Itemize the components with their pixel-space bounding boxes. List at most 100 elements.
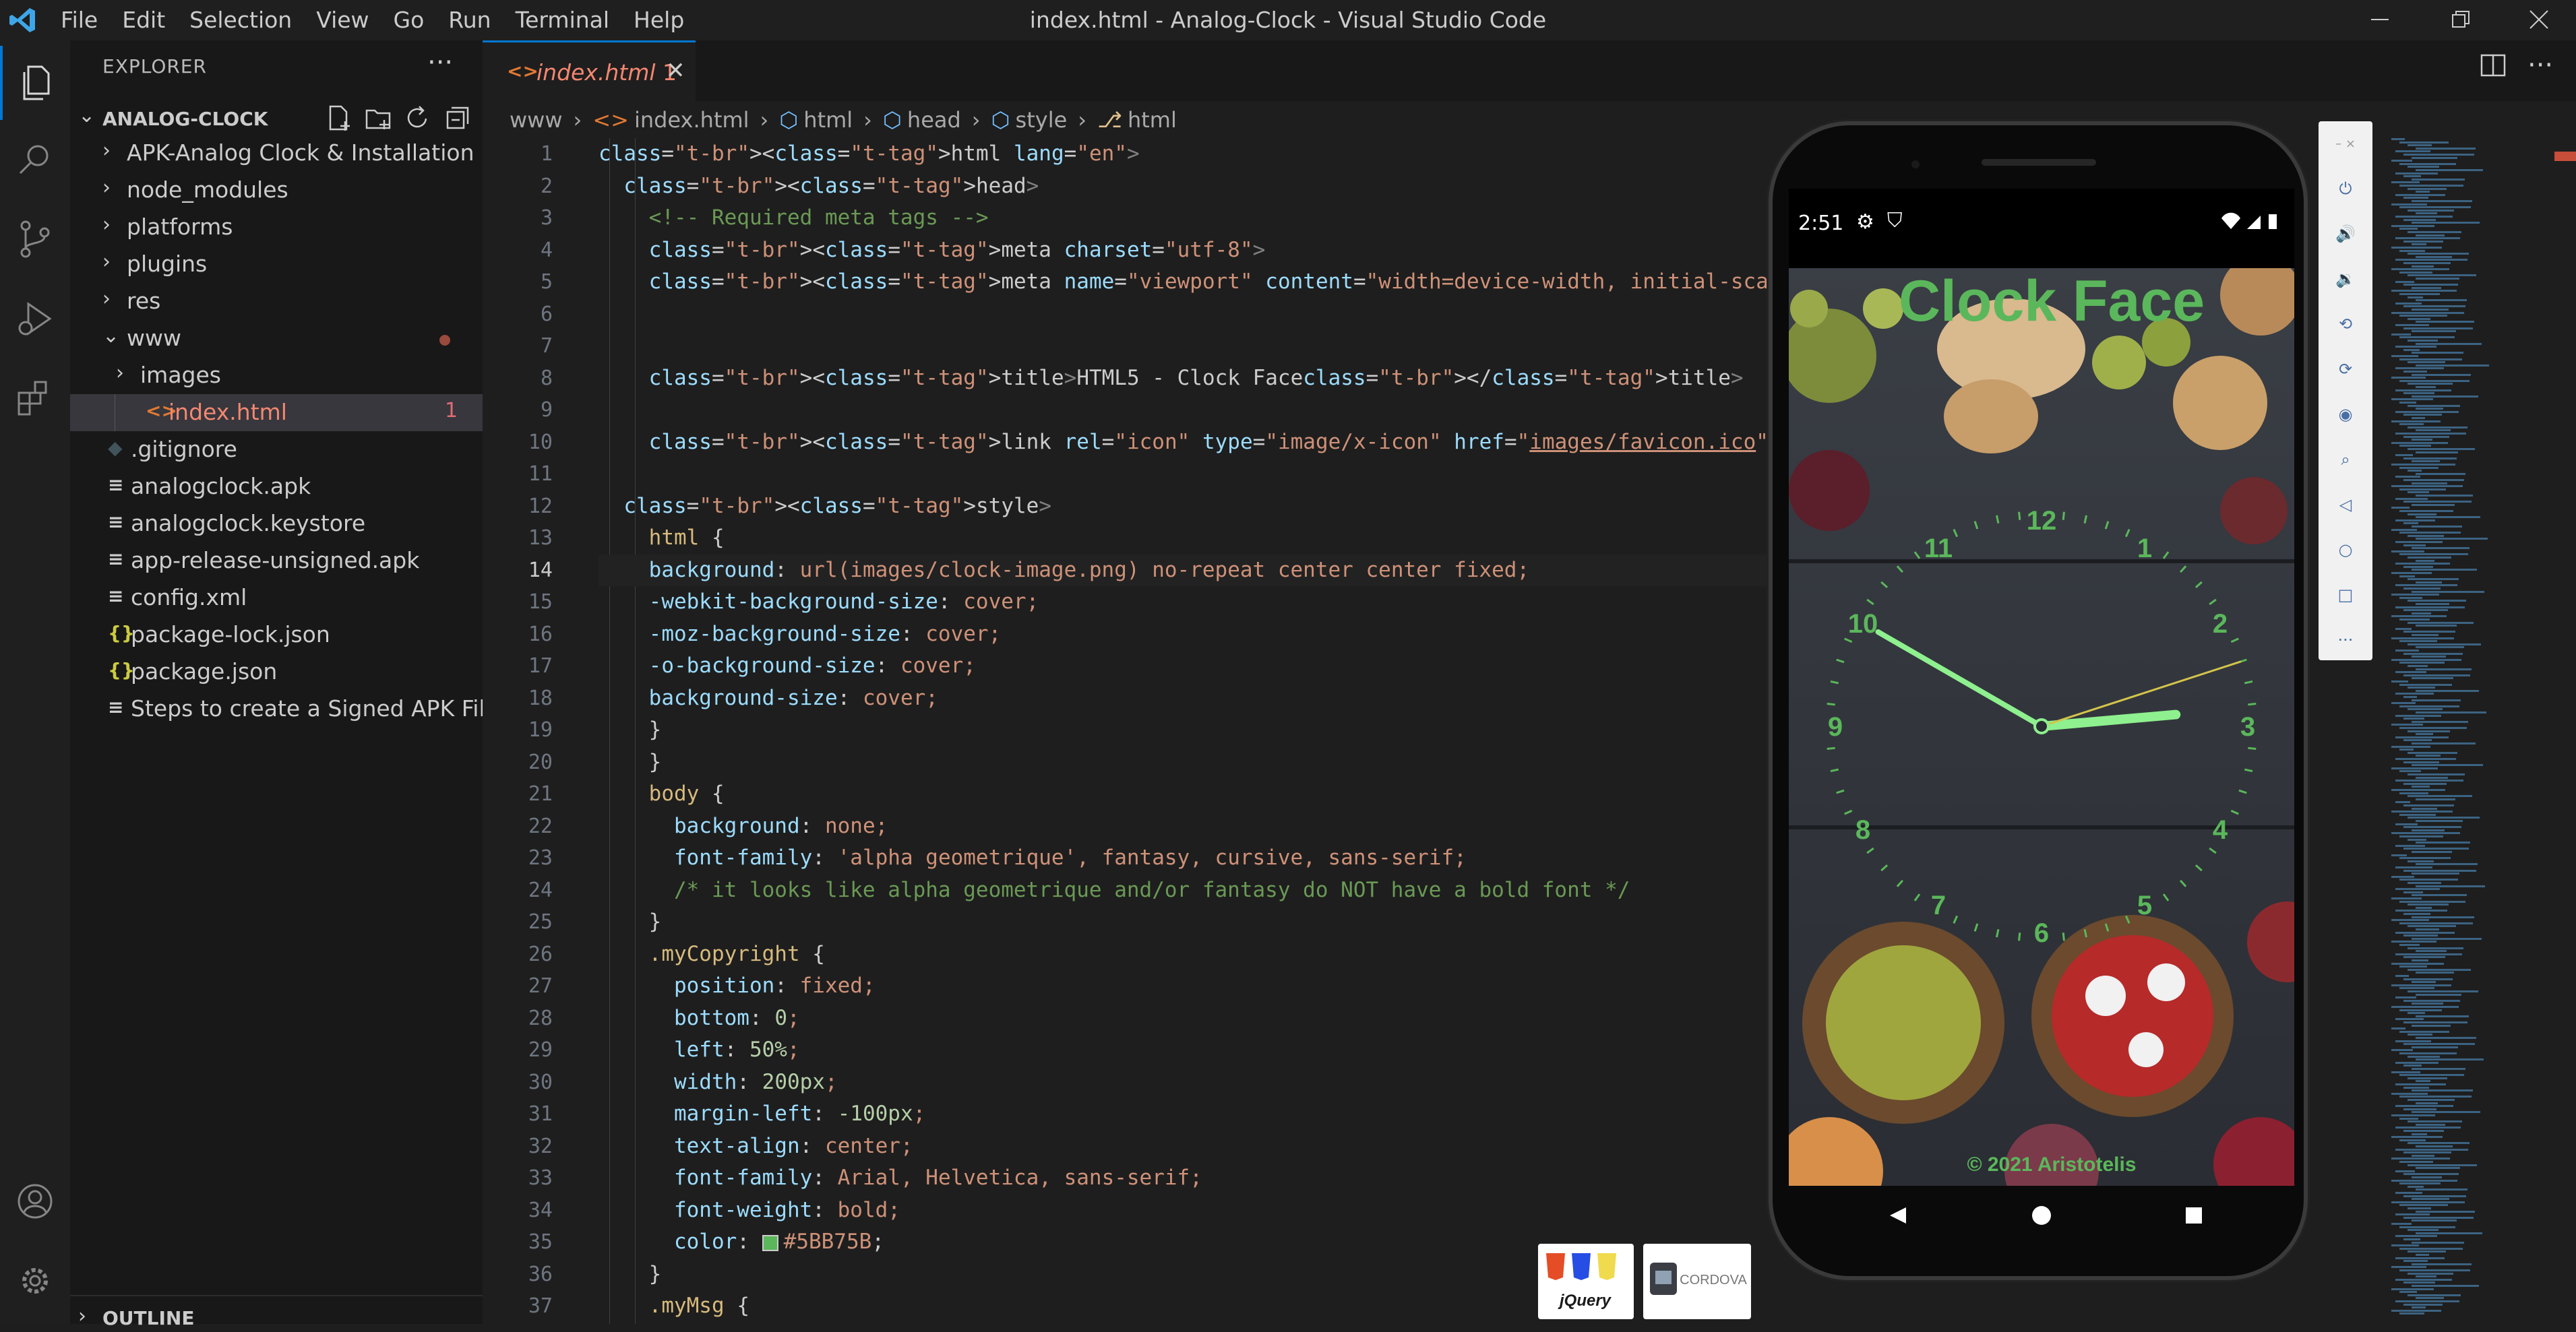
code-line[interactable]: class="t-br"><class="t-tag">link rel="ic…	[599, 426, 1812, 459]
code-line[interactable]: /* it looks like alpha geometrique and/o…	[599, 875, 1812, 907]
tab-index-html[interactable]: <> index.html 1 ✕	[483, 40, 696, 101]
tree-item-steps-to-create-a-signed-apk-file-u[interactable]: ≡ Steps to create a Signed APK File U...	[70, 691, 483, 728]
code-line[interactable]: font-weight: bold;	[599, 1195, 1812, 1227]
code-line[interactable]: class="t-br"><class="t-tag">meta name="v…	[599, 266, 2071, 298]
code-line[interactable]: <!-- Required meta tags -->	[599, 202, 1812, 234]
search-activity[interactable]	[0, 123, 70, 197]
code-line[interactable]: font-family: 'alpha geometrique', fantas…	[599, 842, 1812, 875]
tree-item-platforms[interactable]: › platforms	[70, 209, 483, 246]
code-line[interactable]: background: url(images/clock-image.png) …	[599, 554, 1812, 586]
camera-icon[interactable]: ◉	[2319, 392, 2372, 437]
breadcrumb-item[interactable]: index.html	[634, 107, 749, 133]
code-line[interactable]: font-family: Arial, Helvetica, sans-seri…	[599, 1162, 1812, 1195]
rotate-right-icon[interactable]: ⟳	[2319, 347, 2372, 392]
code-line[interactable]: text-align: center;	[599, 1131, 1812, 1163]
more-actions-icon[interactable]: ···	[427, 47, 453, 78]
code-line[interactable]: class="t-br"><class="t-tag">html lang="e…	[599, 138, 1812, 170]
tree-item-images[interactable]: › images	[70, 357, 483, 394]
menu-terminal[interactable]: Terminal	[516, 0, 624, 40]
tree-item-package-json[interactable]: {} package.json	[70, 654, 483, 691]
close-window-button[interactable]	[2505, 0, 2572, 40]
close-tab-icon[interactable]: ✕	[666, 57, 685, 84]
extensions-activity[interactable]	[0, 361, 70, 435]
breadcrumb-item[interactable]: head	[907, 107, 961, 133]
power-icon[interactable]: ⏻	[2319, 166, 2372, 212]
tree-item-config-xml[interactable]: ≡ config.xml	[70, 579, 483, 616]
tree-item-analogclock-apk[interactable]: ≡ analogclock.apk	[70, 468, 483, 505]
tree-item-res[interactable]: › res	[70, 283, 483, 320]
emulator-screen[interactable]: 2:51 ⚙ ⛉ Clock Face 12 1 2 3 4 5 6 7 8 9…	[1789, 189, 2294, 1186]
collapse-all-icon[interactable]	[442, 104, 472, 133]
menu-selection[interactable]: Selection	[189, 0, 307, 40]
code-line[interactable]: background: none;	[599, 811, 1812, 843]
tree-item-analogclock-keystore[interactable]: ≡ analogclock.keystore	[70, 505, 483, 542]
menu-go[interactable]: Go	[394, 0, 439, 40]
overview-icon[interactable]: □	[2319, 573, 2372, 618]
explorer-activity[interactable]	[0, 46, 70, 120]
outline-section-header[interactable]: › OUTLINE	[70, 1295, 483, 1332]
code-line[interactable]: class="t-br"><class="t-tag">title>HTML5 …	[599, 362, 1812, 395]
code-line[interactable]: left: 50%;	[599, 1034, 1812, 1067]
split-editor-icon[interactable]	[2480, 54, 2507, 78]
more-icon[interactable]: ···	[2319, 618, 2372, 663]
workspace-folder-header[interactable]: ⌄ ANALOG-CLOCK	[70, 101, 483, 135]
menu-run[interactable]: Run	[448, 0, 505, 40]
menu-edit[interactable]: Edit	[122, 0, 180, 40]
tree-item-plugins[interactable]: › plugins	[70, 246, 483, 283]
volume-down-icon[interactable]: 🔉	[2319, 257, 2372, 302]
manage-activity[interactable]	[0, 1244, 70, 1318]
code-line[interactable]: bottom: 0;	[599, 1003, 1812, 1035]
tree-item-www[interactable]: ⌄ www	[70, 320, 483, 357]
rotate-left-icon[interactable]: ⟲	[2319, 302, 2372, 347]
zoom-icon[interactable]: ⌕	[2319, 437, 2372, 482]
menu-help[interactable]: Help	[634, 0, 699, 40]
recents-nav-icon[interactable]	[2186, 1207, 2202, 1224]
emulator-window-controls[interactable]: – ×	[2319, 121, 2372, 166]
code-line[interactable]: class="t-br"><class="t-tag">style>	[599, 490, 1812, 523]
tree-item-app-release-unsigned-apk[interactable]: ≡ app-release-unsigned.apk	[70, 542, 483, 579]
breadcrumb-item[interactable]: html	[1128, 107, 1177, 133]
new-file-icon[interactable]	[325, 104, 355, 133]
code-line[interactable]: body {	[599, 778, 1812, 811]
back-icon[interactable]: ◁	[2319, 482, 2372, 528]
code-line[interactable]	[599, 394, 1812, 426]
code-line[interactable]: html {	[599, 522, 1812, 554]
code-editor[interactable]: class="t-br"><class="t-tag">html lang="e…	[599, 138, 2071, 1323]
breadcrumb-item[interactable]: style	[1016, 107, 1068, 133]
code-line[interactable]: }	[599, 714, 1812, 747]
minimap[interactable]	[2386, 138, 2554, 1324]
volume-up-icon[interactable]: 🔊	[2319, 212, 2372, 257]
code-line[interactable]: }	[599, 906, 1812, 939]
refresh-icon[interactable]	[403, 104, 433, 133]
clock-app-view[interactable]: Clock Face 12 1 2 3 4 5 6 7 8 9 10 11 © 2021 Aristo…	[1789, 255, 2294, 1186]
home-icon[interactable]: ○	[2319, 528, 2372, 573]
code-line[interactable]: class="t-br"><class="t-tag">head>	[599, 170, 1812, 203]
editor-more-actions-icon[interactable]: ···	[2527, 50, 2553, 81]
breadcrumb-item[interactable]: www	[510, 107, 563, 133]
menu-file[interactable]: File	[61, 0, 113, 40]
home-nav-icon[interactable]	[2032, 1206, 2051, 1225]
code-line[interactable]: -o-background-size: cover;	[599, 650, 1812, 683]
run-debug-activity[interactable]	[0, 282, 70, 356]
restore-button[interactable]	[2426, 0, 2494, 40]
code-line[interactable]	[599, 298, 1812, 331]
code-line[interactable]: -moz-background-size: cover;	[599, 619, 1812, 651]
new-folder-icon[interactable]	[364, 104, 394, 133]
tree-item-gitignore[interactable]: ◆ .gitignore	[70, 431, 483, 468]
back-nav-icon[interactable]	[1890, 1207, 1906, 1224]
code-line[interactable]: }	[599, 747, 1812, 779]
accounts-activity[interactable]	[0, 1164, 70, 1238]
tree-item-index-html[interactable]: <> index.html 1	[70, 394, 483, 431]
code-line[interactable]: background-size: cover;	[599, 683, 1812, 715]
code-line[interactable]: width: 200px;	[599, 1067, 1812, 1099]
tree-item-apk-analog-clock-installation-in[interactable]: › APK-Analog Clock & Installation In...	[70, 135, 483, 172]
code-line[interactable]: margin-left: -100px;	[599, 1098, 1812, 1131]
tree-item-node-modules[interactable]: › node_modules	[70, 172, 483, 209]
menu-view[interactable]: View	[316, 0, 384, 40]
code-line[interactable]: .myCopyright {	[599, 939, 1812, 971]
source-control-activity[interactable]	[0, 202, 70, 276]
minimize-button[interactable]	[2345, 0, 2413, 40]
code-line[interactable]: -webkit-background-size: cover;	[599, 586, 1812, 619]
breadcrumb-item[interactable]: html	[803, 107, 853, 133]
tree-item-package-lock-json[interactable]: {} package-lock.json	[70, 616, 483, 654]
